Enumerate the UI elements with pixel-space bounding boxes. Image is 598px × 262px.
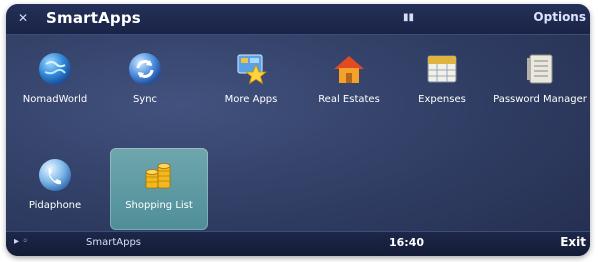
app-password-manager[interactable]: Password Manager: [490, 42, 590, 116]
app-pidaphone[interactable]: Pidaphone: [10, 148, 100, 222]
phone-screen: ✕ SmartApps ▮▮ Options NomadWorld Sync M…: [6, 4, 590, 256]
status-bar: ▸ ◦ SmartApps 16:40 Exit: [6, 231, 590, 256]
app-sync[interactable]: Sync: [100, 42, 190, 116]
calendar-icon: [421, 48, 463, 90]
app-label: Expenses: [418, 94, 466, 105]
phone-icon: [34, 154, 76, 196]
app-title: SmartApps: [46, 9, 141, 27]
title-bar: ✕ SmartApps ▮▮ Options: [6, 4, 590, 35]
app-label: NomadWorld: [22, 94, 88, 105]
app-expenses[interactable]: Expenses: [397, 42, 487, 116]
app-label: Pidaphone: [28, 200, 82, 211]
sync-icon: [124, 48, 166, 90]
exit-softkey[interactable]: Exit: [560, 235, 586, 249]
coins-icon: [138, 154, 180, 196]
clock: 16:40: [389, 236, 425, 249]
app-shopping-list[interactable]: Shopping List: [110, 148, 208, 230]
signal-indicator-icon: ▮▮: [403, 12, 415, 23]
options-softkey[interactable]: Options: [533, 10, 586, 24]
app-label: Sync: [132, 94, 158, 105]
globe-icon: [34, 48, 76, 90]
status-app-name: SmartApps: [86, 237, 141, 248]
app-label: Password Manager: [493, 94, 587, 105]
star-icon: [230, 48, 272, 90]
close-icon[interactable]: ✕: [16, 11, 30, 25]
notebook-icon: [519, 48, 561, 90]
menu-icon[interactable]: ▸ ◦: [14, 236, 28, 247]
house-icon: [328, 48, 370, 90]
app-label: Real Estates: [318, 94, 380, 105]
app-more-apps[interactable]: More Apps: [206, 42, 296, 116]
app-label: Shopping List: [125, 200, 193, 211]
app-label: More Apps: [224, 94, 278, 105]
app-nomadworld[interactable]: NomadWorld: [10, 42, 100, 116]
app-real-estates[interactable]: Real Estates: [304, 42, 394, 116]
app-grid: NomadWorld Sync More Apps Real Estates E…: [6, 34, 590, 230]
